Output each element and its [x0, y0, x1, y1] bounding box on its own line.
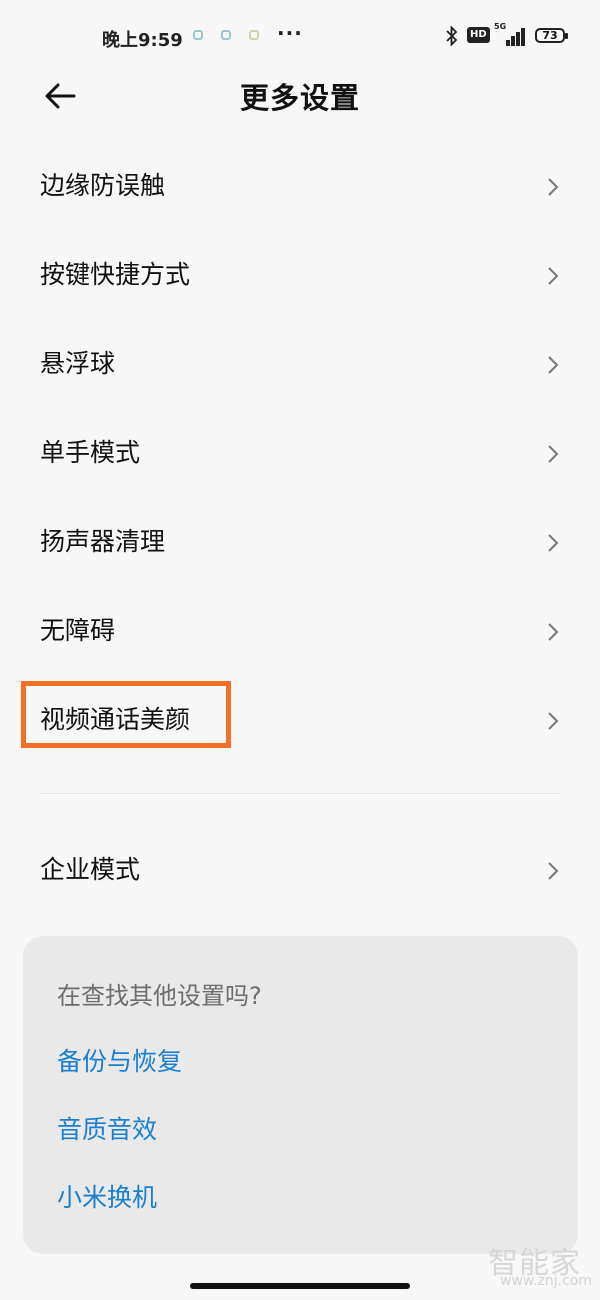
chevron-right-icon	[548, 356, 559, 374]
notification-icon	[193, 30, 203, 40]
signal-bar	[506, 40, 510, 46]
chevron-right-icon	[548, 178, 559, 196]
notification-icon	[249, 30, 259, 40]
menu-item-label: 单手模式	[40, 438, 141, 467]
menu-item-label: 视频通话美颜	[40, 705, 191, 734]
menu-item-floating-ball[interactable]: 悬浮球	[0, 320, 600, 408]
menu-item-label: 按键快捷方式	[40, 260, 191, 289]
suggestions-title: 在查找其他设置吗?	[57, 982, 262, 1010]
link-backup-restore[interactable]: 备份与恢复	[57, 1042, 182, 1078]
menu-item-label: 无障碍	[40, 616, 116, 645]
link-mi-mover[interactable]: 小米换机	[57, 1178, 157, 1214]
menu-item-label: 扬声器清理	[40, 527, 166, 556]
chevron-right-icon	[548, 712, 559, 730]
menu-item-key-shortcuts[interactable]: 按键快捷方式	[0, 231, 600, 319]
menu-item-label: 企业模式	[40, 855, 141, 884]
watermark-url: www.znj.com	[500, 1273, 592, 1289]
signal-bar	[511, 36, 515, 46]
signal-bar	[516, 32, 520, 46]
chevron-right-icon	[548, 623, 559, 641]
section-divider	[40, 793, 560, 794]
status-bar: 晚上9:59 ··· HD 5G 73	[0, 0, 600, 72]
chevron-right-icon	[548, 534, 559, 552]
chevron-right-icon	[548, 862, 559, 880]
signal-icon: 5G	[494, 22, 528, 46]
chevron-right-icon	[548, 445, 559, 463]
network-type-label: 5G	[494, 22, 507, 31]
menu-item-video-call-beauty[interactable]: 视频通话美颜	[0, 676, 600, 764]
chevron-right-icon	[548, 267, 559, 285]
menu-item-label: 悬浮球	[40, 349, 116, 378]
battery-icon: 73	[535, 28, 568, 43]
menu-item-one-hand-mode[interactable]: 单手模式	[0, 409, 600, 497]
menu-item-accessibility[interactable]: 无障碍	[0, 587, 600, 675]
status-time: 晚上9:59	[102, 30, 183, 51]
page-title: 更多设置	[239, 81, 360, 115]
suggestions-card: 在查找其他设置吗? 备份与恢复 音质音效 小米换机	[23, 936, 578, 1254]
home-indicator[interactable]	[190, 1283, 410, 1289]
more-notifications-icon: ···	[277, 21, 303, 45]
menu-item-enterprise-mode[interactable]: 企业模式	[0, 826, 600, 914]
link-sound-effects[interactable]: 音质音效	[57, 1110, 157, 1146]
hd-badge: HD	[467, 27, 490, 43]
menu-item-edge-touch[interactable]: 边缘防误触	[0, 142, 600, 230]
bluetooth-icon	[446, 26, 458, 46]
notification-icon	[221, 30, 231, 40]
menu-item-speaker-cleaner[interactable]: 扬声器清理	[0, 498, 600, 586]
menu-item-label: 边缘防误触	[40, 171, 166, 200]
signal-bar	[521, 28, 525, 46]
